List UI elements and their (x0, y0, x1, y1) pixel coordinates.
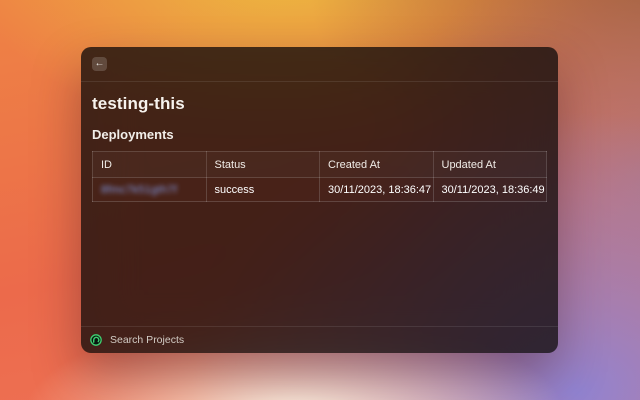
column-header-id: ID (93, 152, 207, 178)
app-window: ← testing-this Deployments ID Status Cre… (81, 47, 558, 353)
section-title: Deployments (92, 127, 547, 142)
page-title: testing-this (92, 94, 547, 114)
deployment-updated-at-cell: 30/11/2023, 18:36:49 (433, 178, 547, 202)
deployment-created-at-cell: 30/11/2023, 18:36:47 (320, 178, 434, 202)
column-header-status: Status (206, 152, 320, 178)
table-header-row: ID Status Created At Updated At (93, 152, 547, 178)
table-body: 8fmc7k51gth7f success 30/11/2023, 18:36:… (93, 178, 547, 202)
table-row: 8fmc7k51gth7f success 30/11/2023, 18:36:… (93, 178, 547, 202)
deployments-table: ID Status Created At Updated At 8fmc7k51… (92, 151, 547, 202)
deployment-id-link[interactable]: 8fmc7k51gth7f (101, 184, 177, 196)
green-spiral-logo-icon (90, 334, 102, 346)
desktop-background: ← testing-this Deployments ID Status Cre… (0, 0, 640, 400)
window-header: ← (81, 47, 558, 82)
back-button[interactable]: ← (92, 57, 107, 71)
window-footer: Search Projects (81, 326, 558, 353)
column-header-created-at: Created At (320, 152, 434, 178)
footer-action-label: Search Projects (110, 334, 184, 346)
window-body: testing-this Deployments ID Status Creat… (81, 82, 558, 326)
footer-action[interactable]: Search Projects (90, 334, 184, 346)
back-arrow-icon: ← (95, 57, 105, 71)
table-header: ID Status Created At Updated At (93, 152, 547, 178)
deployment-id-cell: 8fmc7k51gth7f (93, 178, 207, 202)
column-header-updated-at: Updated At (433, 152, 547, 178)
deployment-status-cell: success (206, 178, 320, 202)
